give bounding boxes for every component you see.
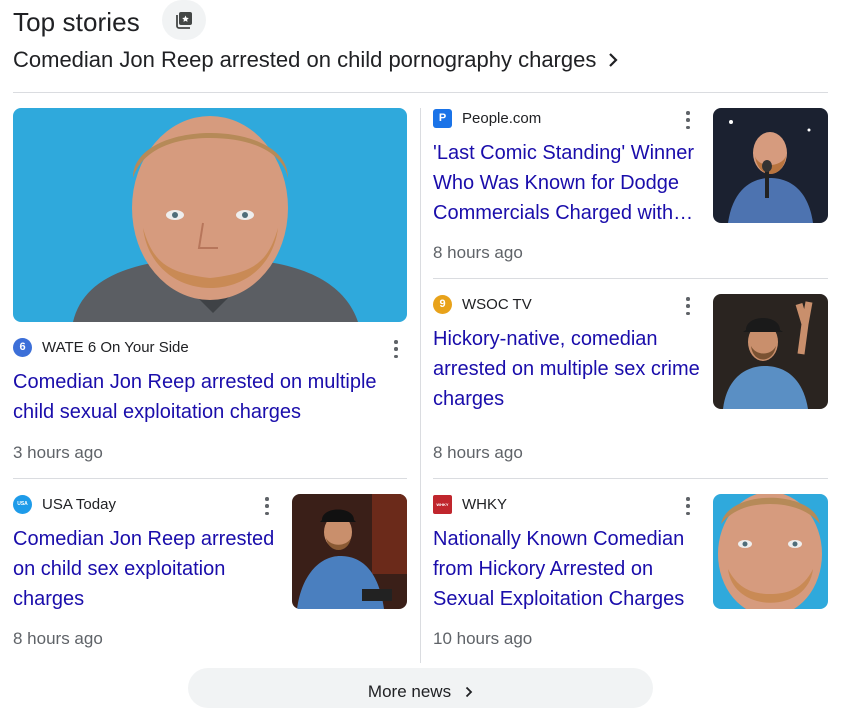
source-logo-icon: USA bbox=[13, 494, 32, 514]
story-thumbnail[interactable] bbox=[713, 494, 828, 609]
source-name: WHKY bbox=[462, 495, 507, 513]
story-photo bbox=[13, 108, 407, 322]
divider bbox=[433, 278, 828, 279]
source-logo-icon: 9 bbox=[433, 294, 452, 314]
story-photo bbox=[713, 108, 828, 223]
newspaper-icon bbox=[176, 12, 192, 29]
more-options-icon[interactable] bbox=[264, 497, 270, 515]
story-time: 10 hours ago bbox=[433, 629, 533, 648]
story-source[interactable]: WHKY WHKY bbox=[433, 493, 507, 515]
source-name: USA Today bbox=[42, 495, 116, 513]
chevron-right-icon bbox=[609, 53, 618, 67]
more-options-icon[interactable] bbox=[393, 340, 399, 358]
divider bbox=[13, 92, 828, 93]
story-thumbnail[interactable] bbox=[713, 294, 828, 409]
story-time: 3 hours ago bbox=[13, 443, 103, 462]
source-logo-icon: P bbox=[433, 108, 452, 128]
source-name: WSOC TV bbox=[462, 295, 532, 313]
story-source[interactable]: 9 WSOC TV bbox=[433, 293, 532, 315]
story-headline[interactable]: Comedian Jon Reep arrested on child sex … bbox=[13, 524, 283, 614]
story-thumbnail[interactable] bbox=[713, 108, 828, 223]
story-image[interactable] bbox=[13, 108, 407, 322]
more-news-label: More news bbox=[367, 682, 452, 701]
column-divider bbox=[420, 108, 421, 663]
source-logo-icon: 6 bbox=[13, 337, 32, 357]
story-photo bbox=[713, 294, 828, 409]
more-news-button[interactable]: More news bbox=[188, 668, 653, 708]
topic-link[interactable]: Comedian Jon Reep arrested on child porn… bbox=[13, 47, 618, 73]
story-headline[interactable]: Nationally Known Comedian from Hickory A… bbox=[433, 524, 698, 614]
story-time: 8 hours ago bbox=[433, 243, 523, 262]
story-headline[interactable]: Comedian Jon Reep arrested on multiple c… bbox=[13, 367, 393, 427]
divider bbox=[13, 478, 407, 479]
story-source[interactable]: P People.com bbox=[433, 107, 541, 129]
story-source[interactable]: USA USA Today bbox=[13, 493, 116, 515]
divider bbox=[433, 478, 828, 479]
topic-title: Comedian Jon Reep arrested on child porn… bbox=[13, 47, 597, 72]
story-headline[interactable]: 'Last Comic Standing' Winner Who Was Kno… bbox=[433, 138, 698, 228]
more-options-icon[interactable] bbox=[685, 297, 691, 315]
more-options-icon[interactable] bbox=[685, 497, 691, 515]
more-options-icon[interactable] bbox=[685, 111, 691, 129]
page-title: Top stories bbox=[13, 6, 140, 37]
chevron-right-icon bbox=[465, 686, 473, 698]
news-feed-button[interactable] bbox=[162, 0, 206, 40]
story-thumbnail[interactable] bbox=[292, 494, 407, 609]
source-logo-icon: WHKY bbox=[433, 494, 452, 514]
story-headline[interactable]: Hickory-native, comedian arrested on mul… bbox=[433, 324, 708, 414]
story-photo bbox=[292, 494, 407, 609]
story-time: 8 hours ago bbox=[13, 629, 103, 648]
story-photo bbox=[713, 494, 828, 609]
story-source[interactable]: 6 WATE 6 On Your Side bbox=[13, 336, 189, 358]
source-name: WATE 6 On Your Side bbox=[42, 338, 189, 356]
top-stories-header: Top stories bbox=[13, 2, 140, 42]
source-name: People.com bbox=[462, 109, 542, 127]
story-time: 8 hours ago bbox=[433, 443, 523, 462]
